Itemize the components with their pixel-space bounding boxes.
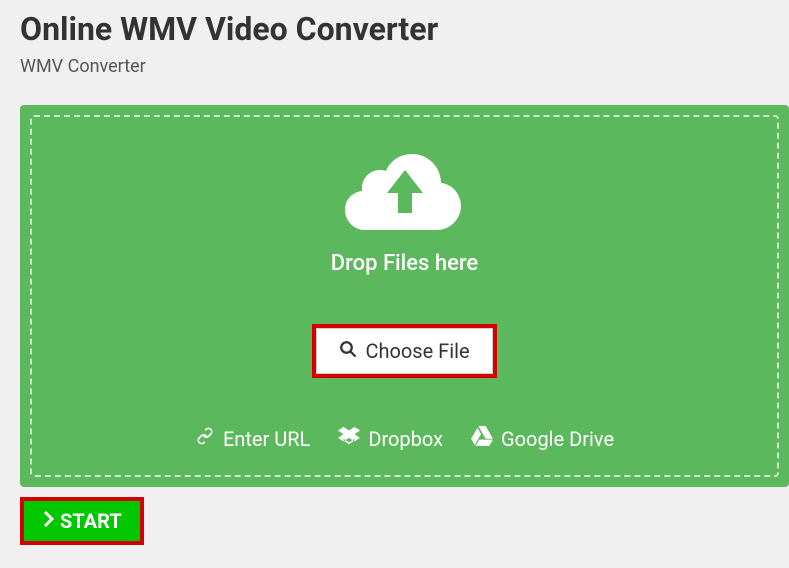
drop-panel[interactable]: Drop Files here Choose File [20, 105, 789, 487]
enter-url-link[interactable]: Enter URL [195, 426, 310, 451]
start-button[interactable]: START [24, 501, 140, 541]
search-icon [339, 339, 357, 363]
link-icon [195, 426, 215, 451]
source-links: Enter URL Dropbox Google Drive [52, 426, 757, 451]
dropbox-icon [338, 426, 360, 451]
choose-file-label: Choose File [365, 339, 469, 363]
choose-file-button[interactable]: Choose File [316, 328, 492, 374]
google-drive-label: Google Drive [501, 427, 614, 451]
dropbox-label: Dropbox [368, 427, 443, 451]
google-drive-icon [471, 426, 493, 451]
page-title: Online WMV Video Converter [20, 10, 769, 48]
enter-url-label: Enter URL [223, 427, 310, 451]
google-drive-link[interactable]: Google Drive [471, 426, 614, 451]
cloud-upload-icon [345, 145, 465, 239]
dropbox-link[interactable]: Dropbox [338, 426, 443, 451]
drop-text: Drop Files here [52, 251, 757, 276]
drop-zone[interactable]: Drop Files here Choose File [30, 115, 779, 477]
start-label: START [60, 509, 122, 533]
choose-file-highlight: Choose File [312, 324, 496, 378]
chevron-right-icon [42, 509, 56, 533]
page-subtitle: WMV Converter [20, 56, 769, 77]
start-highlight: START [20, 497, 144, 545]
